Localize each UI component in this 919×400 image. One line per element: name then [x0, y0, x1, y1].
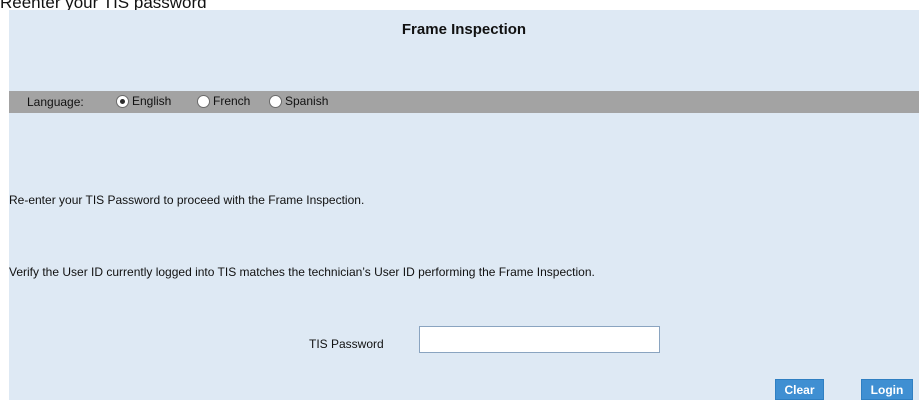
radio-french-label[interactable]: French [213, 94, 250, 108]
radio-button-icon[interactable] [116, 94, 129, 108]
dialog-title: Frame Inspection [401, 21, 527, 38]
radio-french[interactable]: French [197, 94, 250, 108]
radio-english-label[interactable]: English [132, 94, 171, 108]
clear-button[interactable]: Clear [775, 379, 824, 400]
frame-inspection-panel: Frame Inspection Language: English Frenc… [9, 10, 919, 400]
language-bar: Language: English French Spanish [9, 91, 919, 113]
radio-spanish[interactable]: Spanish [269, 94, 328, 108]
radio-button-icon[interactable] [269, 94, 282, 108]
reenter-message: Re-enter your TIS Password to proceed wi… [9, 193, 365, 207]
tis-password-label: TIS Password [309, 337, 384, 351]
radio-spanish-label[interactable]: Spanish [285, 94, 328, 108]
verify-message: Verify the User ID currently logged into… [9, 265, 595, 279]
radio-button-icon[interactable] [197, 94, 210, 108]
radio-selected-dot [120, 98, 125, 104]
language-label: Language: [27, 95, 84, 109]
login-button[interactable]: Login [861, 379, 913, 400]
tis-password-input[interactable] [419, 326, 660, 353]
radio-english[interactable]: English [116, 94, 171, 108]
